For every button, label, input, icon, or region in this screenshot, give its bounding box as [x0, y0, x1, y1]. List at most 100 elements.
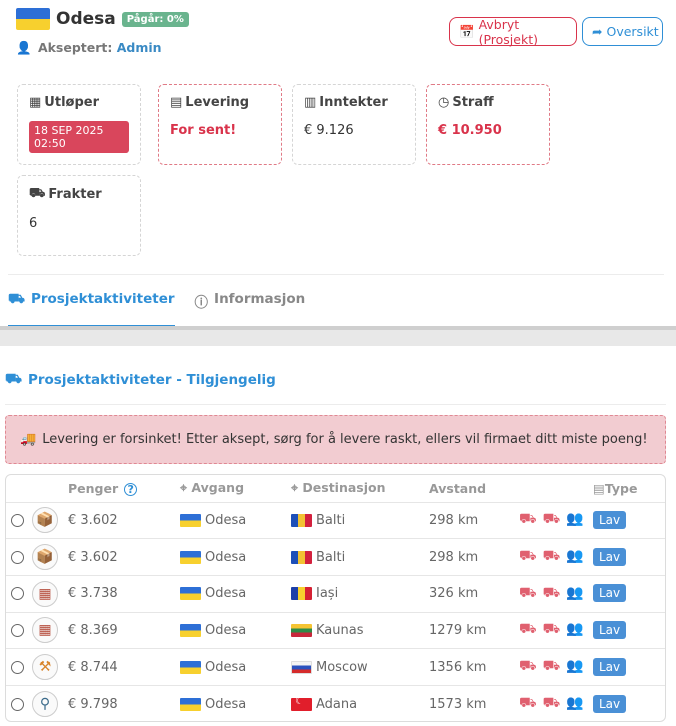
invoice-icon: ▥	[304, 95, 317, 110]
pallet-icon: ⛟	[29, 186, 46, 201]
trailer-icon: ⛟	[542, 511, 567, 528]
ukraine-flag-icon	[180, 623, 201, 637]
calendar-x-icon: 📅	[459, 23, 475, 39]
money-cell: € 3.602	[68, 501, 180, 539]
cancel-project-button[interactable]: 📅 Avbryt (Prosjekt)	[449, 16, 577, 47]
table-row[interactable]: ▦ € 8.369 Odesa Kaunas 1279 km ⛟⛟👥 Lav	[6, 611, 665, 649]
destination-flag-icon	[291, 587, 312, 601]
expires-label: ▦ Utløper	[29, 95, 99, 110]
truck-icon: ⛟	[519, 695, 543, 712]
document-icon: ▤	[170, 95, 183, 110]
freight-card: ⛟ Frakter 6	[17, 175, 141, 256]
freight-value: 6	[29, 216, 38, 231]
departure-cell: Odesa	[205, 586, 247, 602]
overview-button[interactable]: ➦ Oversikt	[582, 17, 663, 46]
penalty-label: ◷ Straff	[438, 95, 494, 110]
info-icon: ⓘ	[194, 295, 209, 311]
departure-cell: Odesa	[205, 512, 247, 528]
income-label: ▥ Inntekter	[304, 95, 388, 110]
distance-cell: 298 km	[429, 501, 519, 539]
accepted-by: 👤 Akseptert: Admin	[16, 40, 162, 56]
delivery-value: For sent!	[170, 123, 237, 138]
table-row[interactable]: 📦 € 3.602 Odesa Balti 298 km ⛟⛟👥 Lav	[6, 501, 665, 539]
truck-icon: ⛟	[519, 584, 543, 601]
bricks-icon: ▦	[32, 617, 58, 644]
tab-project-activities[interactable]: ⛟ Prosjektaktiviteter	[8, 285, 175, 327]
destination-cell: Balti	[316, 549, 346, 565]
map-pin-icon: ⌖	[291, 480, 299, 496]
trailer-icon: ⛟	[542, 621, 567, 638]
type-badge: Lav	[593, 620, 627, 639]
row-select-radio[interactable]	[11, 660, 24, 674]
bricks-icon: ▦	[32, 580, 58, 607]
users-icon: 👥	[566, 548, 590, 565]
truck-icon: ⛟	[519, 548, 543, 565]
ukraine-flag-icon	[180, 697, 201, 711]
box-icon: 📦	[32, 507, 58, 534]
type-badge: Lav	[593, 510, 627, 529]
table-row[interactable]: ⚲ € 9.798 Odesa Adana 1573 km ⛟⛟👥 Lav	[6, 684, 665, 721]
divider	[5, 404, 666, 405]
users-icon: 👥	[566, 584, 590, 601]
money-cell: € 3.738	[68, 574, 180, 613]
money-cell: € 3.602	[68, 538, 180, 576]
trailer-icon: ⛟	[542, 695, 567, 712]
truck-icon: ⛟	[519, 621, 543, 638]
expires-card: ▦ Utløper 18 SEP 2025 02:50	[17, 84, 141, 165]
money-header: Penger?	[68, 475, 180, 502]
user-icon: 👤	[16, 40, 32, 55]
alert-text: Levering er forsinket! Etter aksept, sør…	[42, 432, 648, 447]
destination-cell: Iași	[316, 586, 339, 602]
destination-cell: Kaunas	[316, 622, 364, 638]
trailer-icon: ⛟	[542, 658, 567, 675]
row-select-radio[interactable]	[11, 550, 24, 564]
table-row[interactable]: ⚒ € 8.744 Odesa Moscow 1356 km ⛟⛟👥 Lav	[6, 648, 665, 686]
delivery-label: ▤ Levering	[170, 95, 250, 110]
ukraine-flag-icon	[180, 550, 201, 564]
person-icon: ⚲	[32, 691, 58, 718]
penalty-card: ◷ Straff € 10.950	[426, 84, 550, 165]
clipboard-icon: ▤	[593, 480, 605, 496]
row-select-radio[interactable]	[11, 513, 24, 527]
users-icon: 👥	[566, 621, 590, 638]
project-header: Odesa Pågår: 0% 👤 Akseptert: Admin 📅 Avb…	[16, 8, 666, 64]
map-pin-icon: ⌖	[180, 480, 188, 496]
expires-date-badge: 18 SEP 2025 02:50	[29, 121, 129, 153]
calendar-icon: ▦	[29, 95, 42, 110]
destination-flag-icon	[291, 513, 312, 527]
destination-cell: Moscow	[316, 659, 368, 675]
distance-cell: 326 km	[429, 574, 519, 613]
accepted-user[interactable]: Admin	[117, 40, 162, 55]
status-badge: Pågår: 0%	[121, 11, 189, 27]
income-value: € 9.126	[304, 123, 354, 138]
departure-cell: Odesa	[205, 659, 247, 675]
row-select-radio[interactable]	[11, 623, 24, 637]
penalty-value: € 10.950	[438, 123, 502, 138]
tab-bar: ⛟ Prosjektaktiviteter ⓘ Informasjon	[8, 285, 325, 327]
activities-table: Penger? ⌖ Avgang ⌖ Destinasjon Avstand ▤…	[5, 474, 666, 722]
title-row: Odesa Pågår: 0%	[16, 8, 189, 30]
distance-header: Avstand	[429, 480, 487, 496]
distance-cell: 1279 km	[429, 611, 519, 649]
users-icon: 👥	[566, 511, 590, 528]
departure-cell: Odesa	[205, 696, 247, 712]
help-icon[interactable]: ?	[124, 482, 138, 496]
tab-information[interactable]: ⓘ Informasjon	[195, 285, 306, 327]
users-icon: 👥	[566, 695, 590, 712]
type-badge: Lav	[593, 694, 627, 713]
money-cell: € 9.798	[68, 684, 180, 721]
table-header-row: Penger? ⌖ Avgang ⌖ Destinasjon Avstand ▤…	[6, 475, 665, 502]
table-row[interactable]: 📦 € 3.602 Odesa Balti 298 km ⛟⛟👥 Lav	[6, 538, 665, 576]
trailer-icon: ⛟	[542, 548, 567, 565]
divider	[8, 274, 664, 275]
users-icon: 👥	[566, 658, 590, 675]
row-select-radio[interactable]	[11, 587, 24, 601]
cancel-project-label: Avbryt (Prosjekt)	[478, 16, 538, 47]
distance-cell: 1573 km	[429, 684, 519, 721]
table-row[interactable]: ▦ € 3.738 Odesa Iași 326 km ⛟⛟👥 Lav	[6, 574, 665, 613]
type-badge: Lav	[593, 547, 627, 566]
tool-icon: ⚒	[32, 654, 58, 681]
row-select-radio[interactable]	[11, 697, 24, 711]
destination-flag-icon	[291, 660, 312, 674]
departure-header: ⌖ Avgang	[180, 480, 245, 496]
